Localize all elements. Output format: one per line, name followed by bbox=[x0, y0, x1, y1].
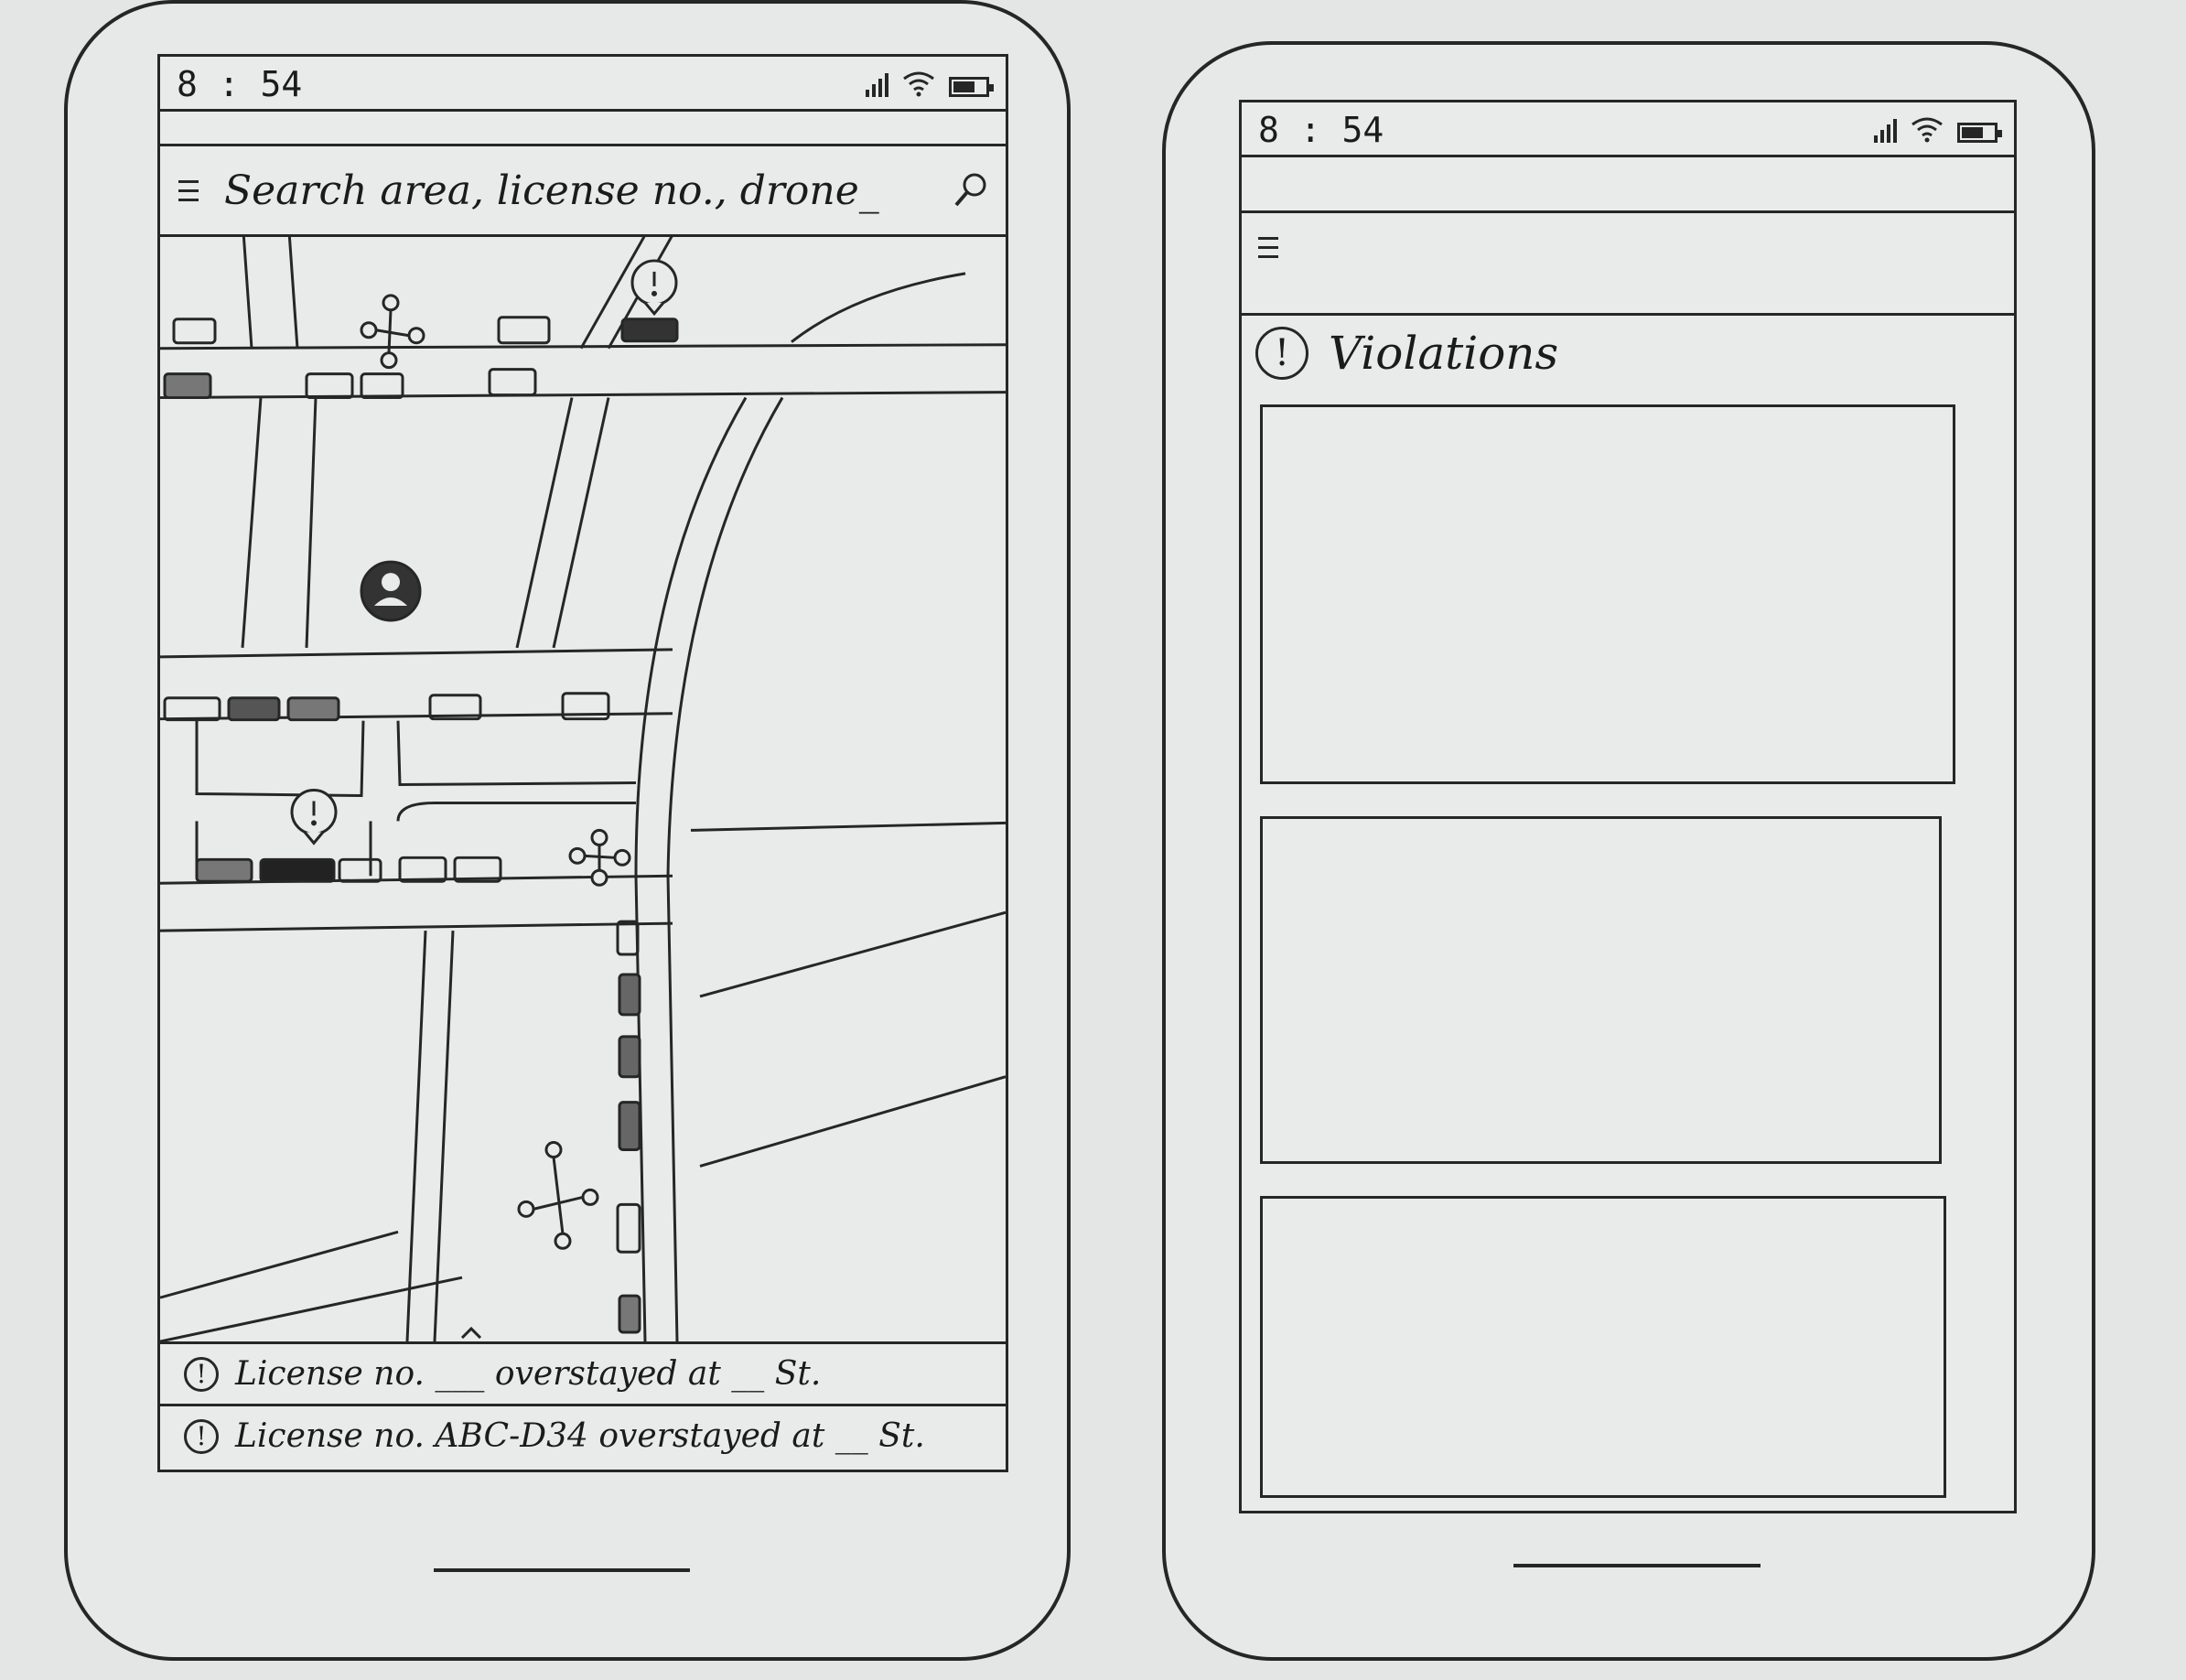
map-canvas[interactable] bbox=[160, 237, 1006, 1341]
search-input[interactable] bbox=[222, 166, 951, 215]
signal-icon bbox=[1874, 119, 1897, 143]
hamburger-icon[interactable] bbox=[1258, 237, 1278, 258]
notification-text: License no. ABC-D34 overstayed at __ St. bbox=[235, 1417, 925, 1455]
map-roads bbox=[160, 237, 1006, 1341]
alert-icon bbox=[290, 789, 338, 845]
violations-screen: 8 : 54 ! Violations bbox=[1239, 100, 2017, 1513]
notification-item[interactable]: ! License no. ABC-D34 overstayed at __ S… bbox=[160, 1404, 1006, 1466]
status-icons bbox=[866, 70, 994, 97]
wifi-icon bbox=[903, 71, 934, 97]
alert-icon: ! bbox=[1255, 327, 1308, 380]
home-indicator bbox=[434, 1568, 690, 1572]
search-bar bbox=[160, 144, 1006, 237]
sheet-handle-icon bbox=[460, 1326, 482, 1340]
status-time: 8 : 54 bbox=[177, 64, 303, 104]
status-time: 8 : 54 bbox=[1258, 110, 1384, 150]
alert-icon: ! bbox=[184, 1356, 219, 1392]
violation-card[interactable] bbox=[1260, 1196, 1946, 1498]
status-bar: 8 : 54 bbox=[1242, 102, 2014, 157]
parked-cars bbox=[163, 316, 679, 1334]
search-icon[interactable] bbox=[951, 170, 991, 210]
header-bar bbox=[1242, 210, 2014, 316]
violation-notifications: ! License no. ___ overstayed at __ St. !… bbox=[160, 1341, 1006, 1470]
wifi-icon bbox=[1911, 117, 1943, 143]
drone-icon bbox=[517, 1141, 599, 1250]
violations-header: ! Violations bbox=[1255, 327, 1558, 380]
notification-item[interactable]: ! License no. ___ overstayed at __ St. bbox=[160, 1341, 1006, 1404]
map-screen: 8 : 54 Search area, license no., drone_ … bbox=[157, 54, 1008, 1472]
notification-text: License no. ___ overstayed at __ St. bbox=[235, 1355, 822, 1393]
violation-card[interactable] bbox=[1260, 816, 1942, 1164]
user-location-icon bbox=[360, 560, 422, 622]
hamburger-icon[interactable] bbox=[178, 179, 199, 201]
map-view[interactable] bbox=[160, 237, 1006, 1341]
status-icons bbox=[1874, 115, 2002, 143]
phone-map: 8 : 54 Search area, license no., drone_ … bbox=[64, 0, 1071, 1661]
home-indicator bbox=[1513, 1564, 1761, 1567]
alert-icon bbox=[630, 259, 678, 317]
status-bar: 8 : 54 bbox=[160, 57, 1006, 112]
phone-violations: 8 : 54 ! Violations bbox=[1162, 41, 2095, 1661]
battery-icon bbox=[1957, 123, 2002, 143]
section-title: Violations bbox=[1329, 327, 1559, 380]
signal-icon bbox=[866, 73, 888, 97]
alert-icon: ! bbox=[184, 1418, 219, 1454]
battery-icon bbox=[949, 77, 994, 97]
drone-icon bbox=[360, 294, 425, 370]
violation-card[interactable] bbox=[1260, 404, 1955, 784]
